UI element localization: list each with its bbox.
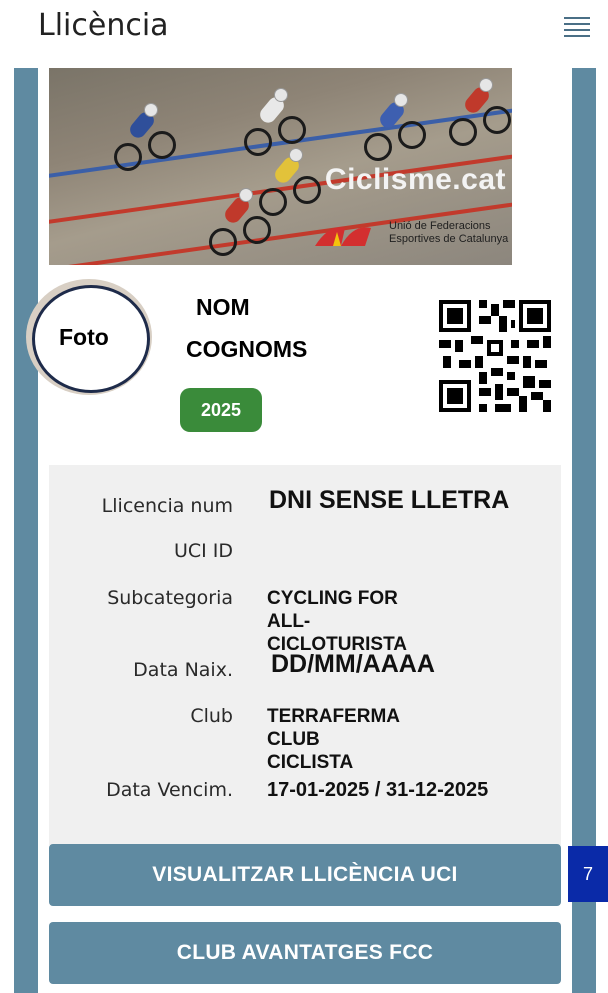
info-label: Subcategoria — [107, 587, 233, 609]
info-value: DNI SENSE LLETRA — [269, 486, 510, 514]
overlay-number-badge: 7 — [568, 846, 608, 902]
banner-subtitle: Unió de Federacions Esportives de Catalu… — [389, 220, 509, 245]
info-label: Club — [190, 705, 233, 727]
app-bar: Llicència — [0, 0, 608, 58]
info-label: Data Naix. — [133, 659, 233, 681]
year-badge: 2025 — [180, 388, 262, 432]
info-value: 17-01-2025 / 31-12-2025 — [267, 779, 489, 801]
federation-logo-icon — [315, 227, 371, 246]
info-value: DD/MM/AAAA — [271, 650, 435, 678]
banner-brand-text: Ciclisme.cat — [324, 163, 506, 196]
last-name: COGNOMS — [186, 336, 308, 362]
info-value: CYCLING FOR ALL-CICLOTURISTA — [267, 588, 408, 655]
license-frame: Ciclisme.cat Unió de Federacions Esporti… — [14, 68, 596, 993]
banner-image: Ciclisme.cat Unió de Federacions Esporti… — [49, 68, 512, 265]
qr-code-icon[interactable] — [439, 300, 551, 412]
page-title: Llicència — [38, 8, 169, 43]
license-info-panel: Llicencia num DNI SENSE LLETRA UCI ID Su… — [49, 465, 561, 845]
info-label: UCI ID — [173, 540, 233, 562]
info-label: Data Vencim. — [106, 779, 233, 801]
view-uci-license-button[interactable]: VISUALITZAR LLICÈNCIA UCI — [49, 844, 561, 906]
club-benefits-button[interactable]: CLUB AVANTATGES FCC — [49, 922, 561, 984]
photo-label: Foto — [59, 324, 109, 350]
avatar: Foto — [32, 285, 150, 393]
info-value: TERRAFERMA CLUB CICLISTA — [267, 706, 400, 773]
info-label: Llicencia num — [101, 495, 233, 517]
hamburger-icon[interactable] — [562, 12, 592, 42]
first-name: NOM — [196, 294, 250, 320]
